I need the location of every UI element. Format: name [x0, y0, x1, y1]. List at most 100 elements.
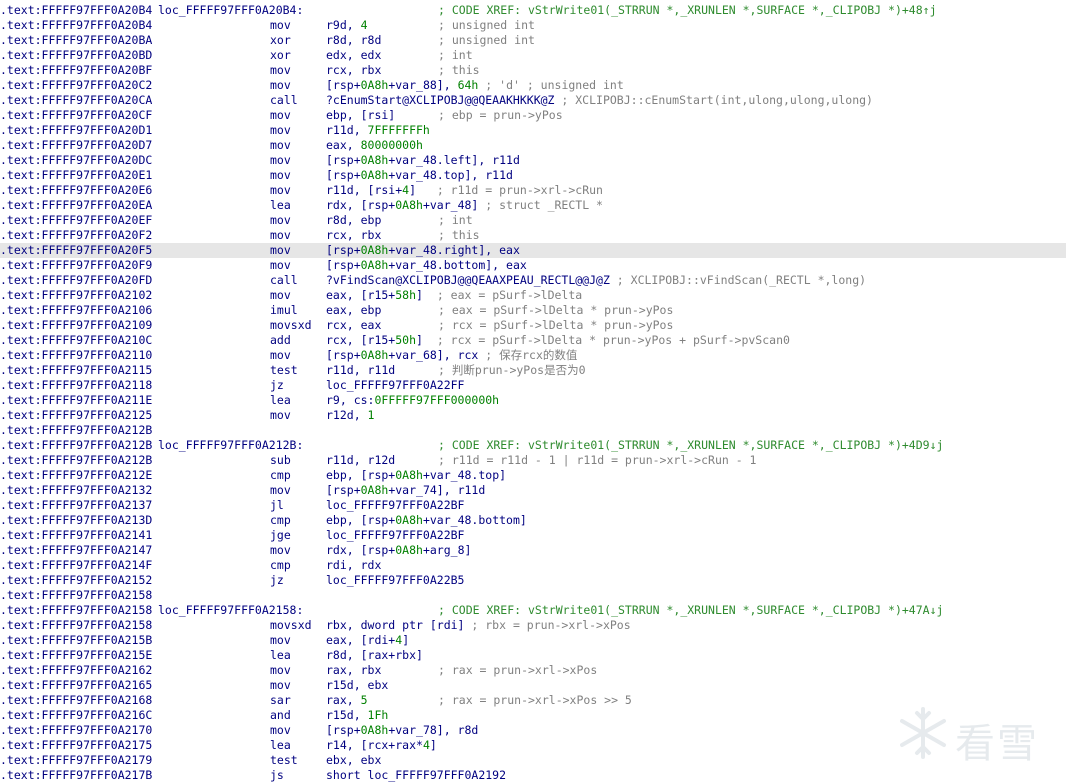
line-address[interactable]: .text:FFFFF97FFF0A2158	[0, 588, 152, 603]
instruction-operands[interactable]: loc_FFFFF97FFF0A22B5	[326, 573, 464, 588]
listing-line[interactable]: .text:FFFFF97FFF0A2158 movsxd rbx, dword p…	[0, 618, 1066, 633]
listing-line[interactable]: .text:FFFFF97FFF0A20CA call ?cEnumStart@XC…	[0, 93, 1066, 108]
line-address[interactable]: .text:FFFFF97FFF0A20D7	[0, 138, 152, 153]
line-address[interactable]: .text:FFFFF97FFF0A20E6	[0, 183, 152, 198]
instruction-operands[interactable]: r8d, ebp	[326, 213, 381, 228]
listing-line[interactable]: .text:FFFFF97FFF0A2165 mov r15d, ebx	[0, 678, 1066, 693]
listing-line[interactable]: .text:FFFFF97FFF0A20B4 loc_FFFFF97FFF0A20…	[0, 3, 1066, 18]
listing-line[interactable]: .text:FFFFF97FFF0A20B4 mov r9d, 4 ; unsigne…	[0, 18, 1066, 33]
listing-line[interactable]: .text:FFFFF97FFF0A20DC mov [rsp+0A8h+var_4…	[0, 153, 1066, 168]
line-address[interactable]: .text:FFFFF97FFF0A214F	[0, 558, 152, 573]
line-address[interactable]: .text:FFFFF97FFF0A2109	[0, 318, 152, 333]
instruction-operands[interactable]: r8d, [rax+rbx]	[326, 648, 423, 663]
line-address[interactable]: .text:FFFFF97FFF0A215E	[0, 648, 152, 663]
listing-line[interactable]: .text:FFFFF97FFF0A2137 jl loc_FFFFF97FFF0A…	[0, 498, 1066, 513]
instruction-operands[interactable]: r15d, 1Fh	[326, 708, 388, 723]
code-label[interactable]: loc_FFFFF97FFF0A20B4:	[158, 3, 303, 18]
instruction-operands[interactable]: short loc_FFFFF97FFF0A2192	[326, 768, 506, 783]
instruction-operands[interactable]: eax, [rdi+4]	[326, 633, 409, 648]
listing-line[interactable]: .text:FFFFF97FFF0A212B loc_FFFFF97FFF0A21…	[0, 438, 1066, 453]
line-address[interactable]: .text:FFFFF97FFF0A20EF	[0, 213, 152, 228]
line-address[interactable]: .text:FFFFF97FFF0A2137	[0, 498, 152, 513]
line-address[interactable]: .text:FFFFF97FFF0A2106	[0, 303, 152, 318]
line-address[interactable]: .text:FFFFF97FFF0A20F9	[0, 258, 152, 273]
line-address[interactable]: .text:FFFFF97FFF0A20B4	[0, 18, 152, 33]
listing-line[interactable]: .text:FFFFF97FFF0A20C2 mov [rsp+0A8h+var_8…	[0, 78, 1066, 93]
listing-line[interactable]: .text:FFFFF97FFF0A212E cmp ebp, [rsp+0A8h+…	[0, 468, 1066, 483]
instruction-operands[interactable]: [rsp+0A8h+var_68], rcx ; 保存rcx的数值	[326, 348, 577, 363]
listing-line[interactable]: .text:FFFFF97FFF0A2109 movsxd rcx, eax ; rc…	[0, 318, 1066, 333]
code-label[interactable]: loc_FFFFF97FFF0A2158:	[158, 603, 303, 618]
listing-line[interactable]: .text:FFFFF97FFF0A2141 jge loc_FFFFF97FFF0…	[0, 528, 1066, 543]
line-address[interactable]: .text:FFFFF97FFF0A2162	[0, 663, 152, 678]
listing-line[interactable]: .text:FFFFF97FFF0A20D1 mov r11d, 7FFFFFFFh	[0, 123, 1066, 138]
instruction-operands[interactable]: r9d, 4	[326, 18, 368, 33]
line-address[interactable]: .text:FFFFF97FFF0A210C	[0, 333, 152, 348]
line-address[interactable]: .text:FFFFF97FFF0A2115	[0, 363, 152, 378]
listing-line[interactable]: .text:FFFFF97FFF0A2106 imul eax, ebp ; eax …	[0, 303, 1066, 318]
listing-line[interactable]: .text:FFFFF97FFF0A213D cmp ebp, [rsp+0A8h+…	[0, 513, 1066, 528]
listing-line[interactable]: .text:FFFFF97FFF0A215E lea r8d, [rax+rbx]	[0, 648, 1066, 663]
listing-line[interactable]: .text:FFFFF97FFF0A2115 test r11d, r11d ; 判断…	[0, 363, 1066, 378]
line-address[interactable]: .text:FFFFF97FFF0A2170	[0, 723, 152, 738]
listing-line[interactable]: .text:FFFFF97FFF0A20BA xor r8d, r8d ; unsig…	[0, 33, 1066, 48]
instruction-operands[interactable]: [rsp+0A8h+var_48.right], eax	[326, 243, 520, 258]
listing-line[interactable]: .text:FFFFF97FFF0A2110 mov [rsp+0A8h+var_6…	[0, 348, 1066, 363]
listing-line[interactable]: .text:FFFFF97FFF0A20F5 mov [rsp+0A8h+var_4…	[0, 243, 1066, 258]
line-address[interactable]: .text:FFFFF97FFF0A211E	[0, 393, 152, 408]
line-address[interactable]: .text:FFFFF97FFF0A20CA	[0, 93, 152, 108]
line-address[interactable]: .text:FFFFF97FFF0A20BA	[0, 33, 152, 48]
instruction-operands[interactable]: [rsp+0A8h+var_48.bottom], eax	[326, 258, 527, 273]
instruction-operands[interactable]: rdx, [rsp+0A8h+arg_8]	[326, 543, 471, 558]
line-address[interactable]: .text:FFFFF97FFF0A2118	[0, 378, 152, 393]
line-address[interactable]: .text:FFFFF97FFF0A217B	[0, 768, 152, 783]
line-address[interactable]: .text:FFFFF97FFF0A2147	[0, 543, 152, 558]
line-address[interactable]: .text:FFFFF97FFF0A2158	[0, 618, 152, 633]
instruction-operands[interactable]: eax, 80000000h	[326, 138, 423, 153]
line-address[interactable]: .text:FFFFF97FFF0A212B	[0, 423, 152, 438]
listing-line[interactable]: .text:FFFFF97FFF0A210C add rcx, [r15+50h] …	[0, 333, 1066, 348]
instruction-operands[interactable]: rax, 5	[326, 693, 368, 708]
instruction-operands[interactable]: rdx, [rsp+0A8h+var_48] ; struct _RECTL *	[326, 198, 603, 213]
line-address[interactable]: .text:FFFFF97FFF0A20C2	[0, 78, 152, 93]
listing-line[interactable]: .text:FFFFF97FFF0A2147 mov rdx, [rsp+0A8h+…	[0, 543, 1066, 558]
instruction-operands[interactable]: r11d, [rsi+4] ; r11d = prun->xrl->cRun	[326, 183, 603, 198]
line-address[interactable]: .text:FFFFF97FFF0A2152	[0, 573, 152, 588]
line-address[interactable]: .text:FFFFF97FFF0A20BD	[0, 48, 152, 63]
listing-line[interactable]: .text:FFFFF97FFF0A2102 mov eax, [r15+58h] …	[0, 288, 1066, 303]
listing-line[interactable]: .text:FFFFF97FFF0A2132 mov [rsp+0A8h+var_7…	[0, 483, 1066, 498]
instruction-operands[interactable]: rcx, rbx	[326, 228, 381, 243]
line-address[interactable]: .text:FFFFF97FFF0A2165	[0, 678, 152, 693]
instruction-operands[interactable]: r11d, r11d	[326, 363, 395, 378]
line-address[interactable]: .text:FFFFF97FFF0A20BF	[0, 63, 152, 78]
instruction-operands[interactable]: ebp, [rsp+0A8h+var_48.top]	[326, 468, 506, 483]
instruction-operands[interactable]: rbx, dword ptr [rdi] ; rbx = prun->xrl->…	[326, 618, 631, 633]
listing-line[interactable]: .text:FFFFF97FFF0A2118 jz loc_FFFFF97FFF0A…	[0, 378, 1066, 393]
instruction-operands[interactable]: rcx, eax	[326, 318, 381, 333]
listing-line[interactable]: .text:FFFFF97FFF0A20CF mov ebp, [rsi] ; ebp…	[0, 108, 1066, 123]
instruction-operands[interactable]: r12d, 1	[326, 408, 374, 423]
instruction-operands[interactable]: ebp, [rsi]	[326, 108, 395, 123]
instruction-operands[interactable]: r8d, r8d	[326, 33, 381, 48]
line-address[interactable]: .text:FFFFF97FFF0A2141	[0, 528, 152, 543]
listing-line[interactable]: .text:FFFFF97FFF0A20F2 mov rcx, rbx ; this	[0, 228, 1066, 243]
instruction-operands[interactable]: loc_FFFFF97FFF0A22BF	[326, 528, 464, 543]
listing-line[interactable]: .text:FFFFF97FFF0A215B mov eax, [rdi+4]	[0, 633, 1066, 648]
listing-line[interactable]: .text:FFFFF97FFF0A2152 jz loc_FFFFF97FFF0A…	[0, 573, 1066, 588]
listing-line[interactable]: .text:FFFFF97FFF0A2125 mov r12d, 1	[0, 408, 1066, 423]
instruction-operands[interactable]: ebx, ebx	[326, 753, 381, 768]
instruction-operands[interactable]: ebp, [rsp+0A8h+var_48.bottom]	[326, 513, 527, 528]
instruction-operands[interactable]: r9, cs:0FFFFF97FFF000000h	[326, 393, 499, 408]
instruction-operands[interactable]: ?vFindScan@XCLIPOBJ@@QEAAXPEAU_RECTL@@J@…	[326, 273, 866, 288]
line-address[interactable]: .text:FFFFF97FFF0A2175	[0, 738, 152, 753]
instruction-operands[interactable]: [rsp+0A8h+var_74], r11d	[326, 483, 485, 498]
line-address[interactable]: .text:FFFFF97FFF0A2110	[0, 348, 152, 363]
instruction-operands[interactable]: [rsp+0A8h+var_78], r8d	[326, 723, 478, 738]
listing-line[interactable]: .text:FFFFF97FFF0A20BF mov rcx, rbx ; this	[0, 63, 1066, 78]
instruction-operands[interactable]: eax, ebp	[326, 303, 381, 318]
line-address[interactable]: .text:FFFFF97FFF0A20DC	[0, 153, 152, 168]
instruction-operands[interactable]: rax, rbx	[326, 663, 381, 678]
instruction-operands[interactable]: [rsp+0A8h+var_48.top], r11d	[326, 168, 513, 183]
line-address[interactable]: .text:FFFFF97FFF0A2132	[0, 483, 152, 498]
listing-line[interactable]: .text:FFFFF97FFF0A211E lea r9, cs:0FFFFF97…	[0, 393, 1066, 408]
